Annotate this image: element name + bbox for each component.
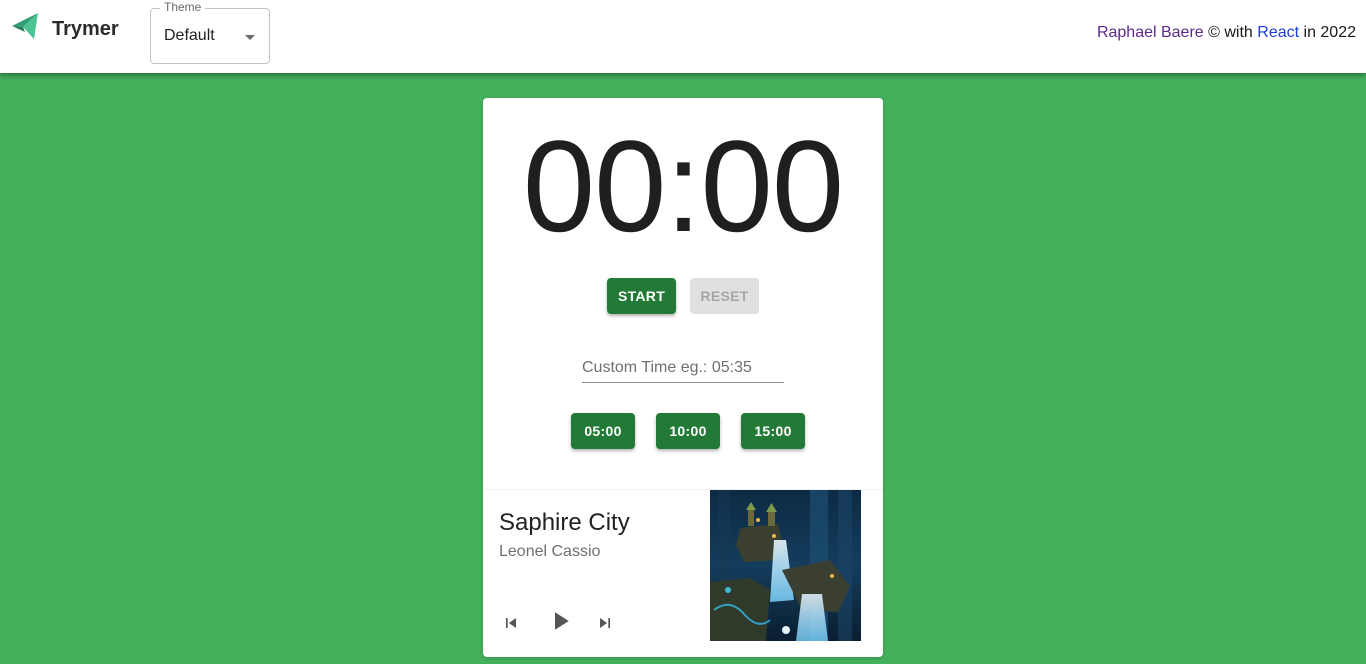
theme-select-label: Theme: [160, 0, 206, 14]
preset-10-min-button[interactable]: 10:00: [656, 413, 720, 449]
preset-5-min-button[interactable]: 05:00: [571, 413, 635, 449]
credits-suffix: in 2022: [1299, 24, 1357, 41]
custom-time-input[interactable]: [582, 353, 784, 383]
theme-select[interactable]: Theme Default: [150, 0, 270, 64]
skip-previous-icon[interactable]: [501, 613, 521, 633]
react-link[interactable]: React: [1257, 24, 1299, 41]
credits: Raphael Baere © with React in 2022: [1097, 24, 1356, 42]
author-link[interactable]: Raphael Baere: [1097, 24, 1204, 41]
timer-display: 00:00: [522, 113, 844, 259]
music-player: Saphire City Leonel Cassio: [483, 489, 883, 657]
skip-next-icon[interactable]: [595, 613, 615, 633]
app-bar: Trymer Theme Default Raphael Baere © wit…: [0, 0, 1366, 73]
theme-select-value: Default: [164, 27, 215, 44]
dropdown-caret-icon: [245, 35, 255, 40]
play-icon[interactable]: [545, 606, 575, 636]
app-title: Trymer: [52, 18, 119, 40]
album-cover-image: [710, 490, 861, 641]
track-artist: Leonel Cassio: [499, 543, 601, 560]
reset-button[interactable]: RESET: [690, 278, 759, 314]
start-button[interactable]: START: [607, 278, 676, 314]
paper-plane-icon: [12, 13, 38, 39]
track-title: Saphire City: [499, 509, 630, 536]
credits-middle: © with: [1203, 24, 1258, 41]
timer-card: 00:00 START RESET 05:00 10:00 15:00 Saph…: [483, 98, 883, 657]
preset-15-min-button[interactable]: 15:00: [741, 413, 805, 449]
